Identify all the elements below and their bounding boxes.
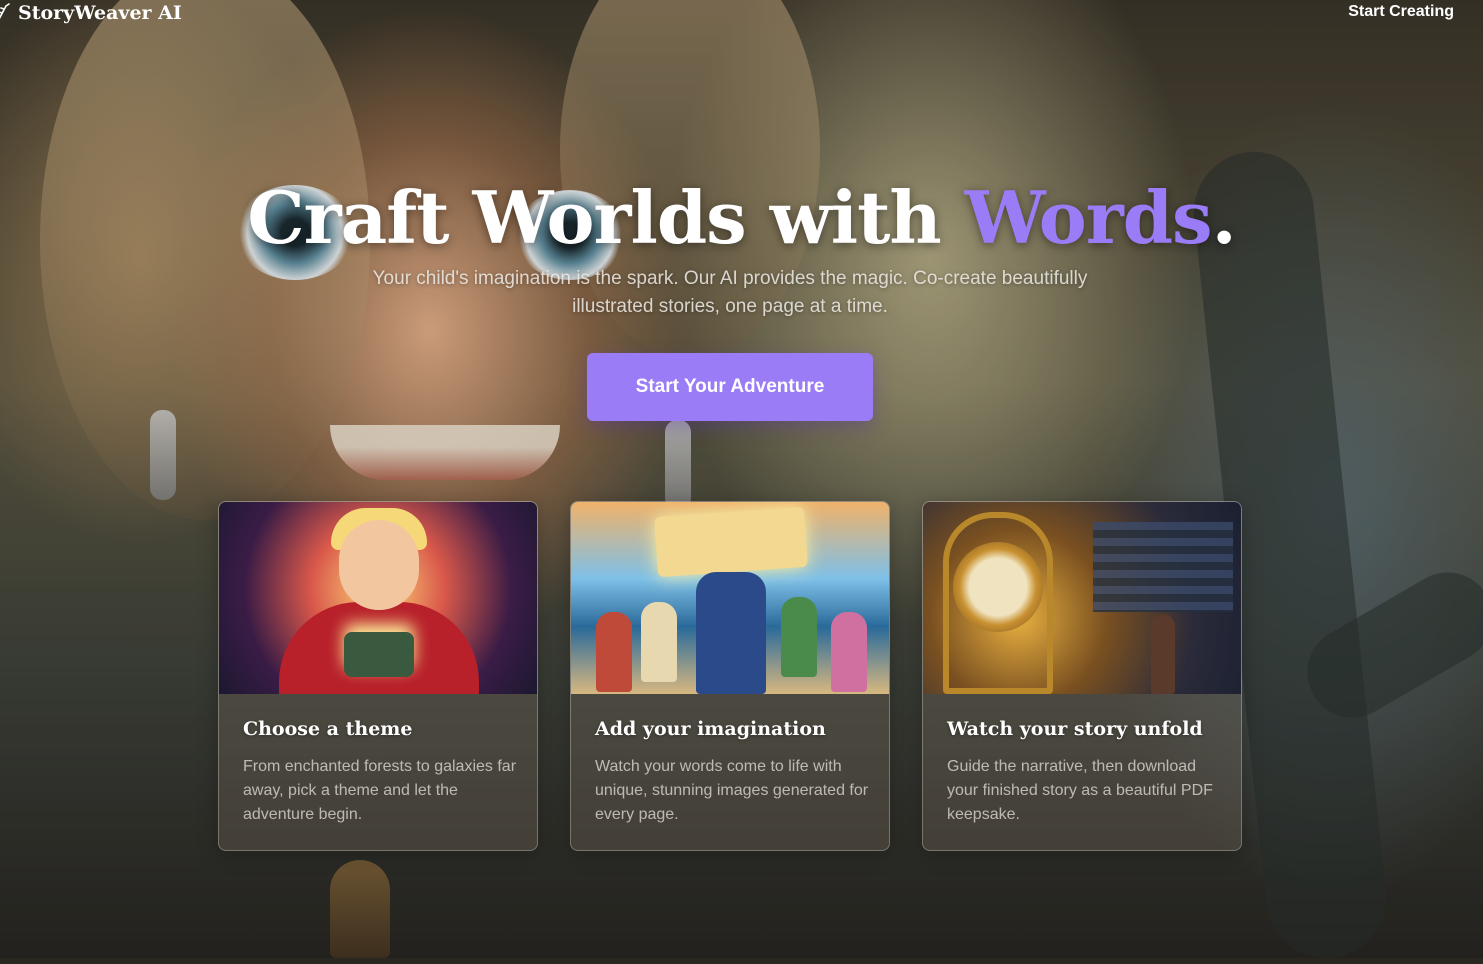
card-description: From enchanted forests to galaxies far a… xyxy=(243,758,517,823)
start-creating-link[interactable]: Start Creating xyxy=(1348,3,1454,21)
image-treasure-map xyxy=(654,506,808,578)
image-treasure-chest xyxy=(344,632,414,677)
card-title: Add your imagination xyxy=(595,718,826,740)
image-pirate-kid xyxy=(596,612,632,692)
feather-pen-icon xyxy=(0,3,10,19)
card-image-clock-library xyxy=(923,502,1241,694)
hero-title-main: Craft Worlds with xyxy=(247,175,965,260)
image-clock-face xyxy=(953,542,1043,632)
card-image-pirate-crew xyxy=(571,502,889,694)
image-pirate-kid xyxy=(781,597,817,677)
image-bookshelves xyxy=(1093,522,1233,612)
start-adventure-button[interactable]: Start Your Adventure xyxy=(587,353,873,421)
image-boy xyxy=(1151,614,1175,694)
hero-title: Craft Worlds with Words. xyxy=(0,175,1483,261)
image-pirate-kid xyxy=(831,612,867,692)
feature-card-story-unfold[interactable]: Watch your story unfold Guide the narrat… xyxy=(922,501,1242,851)
brand[interactable]: StoryWeaver AI xyxy=(0,0,182,26)
feature-card-imagination[interactable]: Add your imagination Watch your words co… xyxy=(570,501,890,851)
hero-title-end: . xyxy=(1211,175,1237,260)
card-description: Guide the narrative, then download your … xyxy=(947,758,1213,823)
image-pirate-captain xyxy=(696,572,766,694)
card-title: Choose a theme xyxy=(243,718,413,740)
hero-title-accent: Words xyxy=(964,175,1213,260)
card-description: Watch your words come to life with uniqu… xyxy=(595,758,869,823)
image-face xyxy=(339,520,419,610)
card-title: Watch your story unfold xyxy=(947,718,1203,740)
feature-card-theme[interactable]: Choose a theme From enchanted forests to… xyxy=(218,501,538,851)
image-pirate-kid xyxy=(641,602,677,682)
hero-subtitle: Your child's imagination is the spark. O… xyxy=(372,268,1088,317)
top-nav: StoryWeaver AI Start Creating xyxy=(0,0,1483,30)
brand-name: StoryWeaver AI xyxy=(18,2,182,24)
card-image-boy-with-treasure xyxy=(219,502,537,694)
